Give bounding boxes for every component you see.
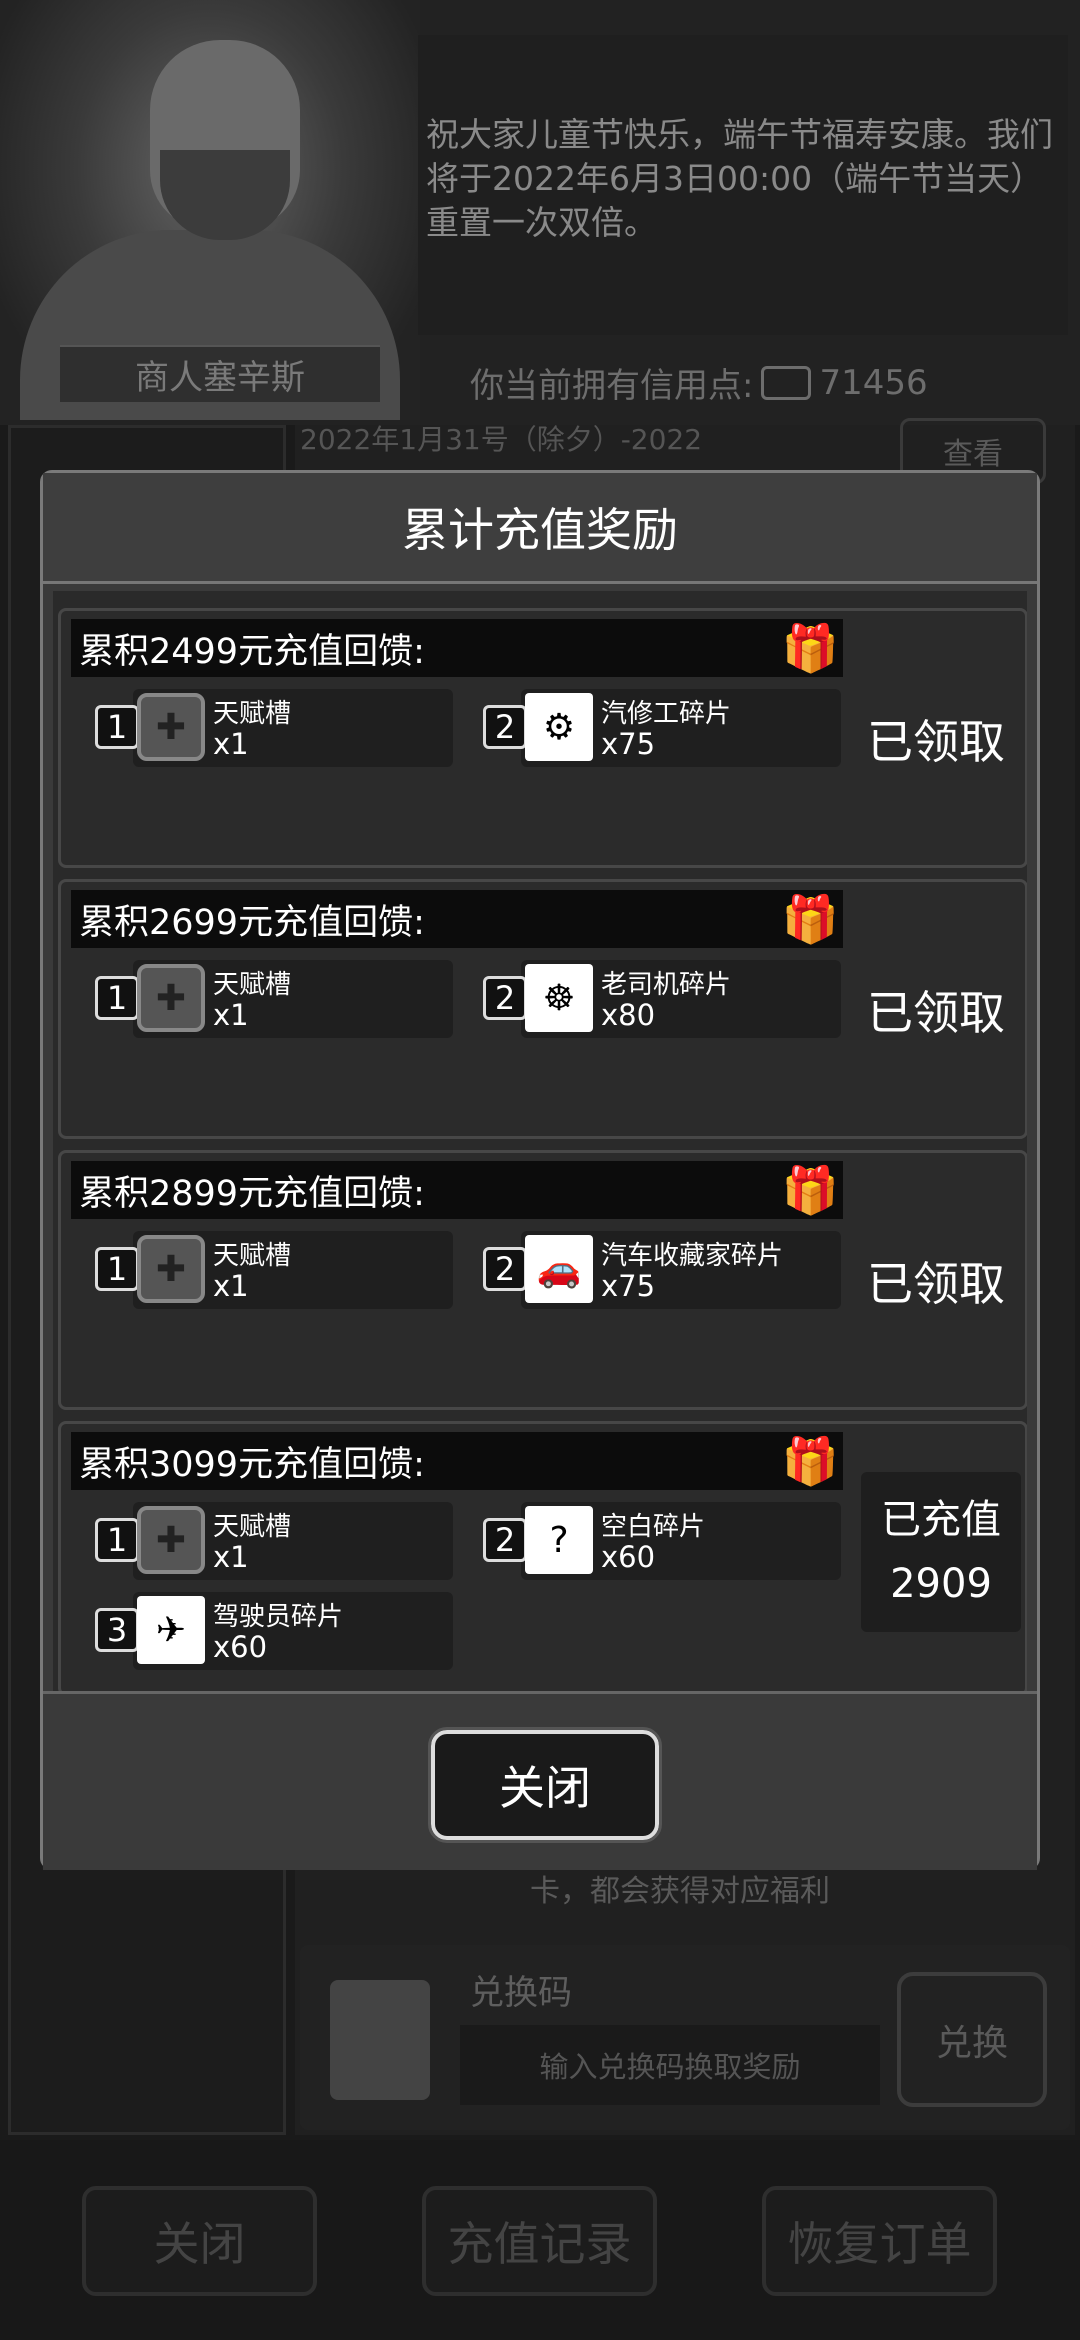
reward-card: 累积2899元充值回馈: 🎁 1 ✚ 天赋槽 x1 2 🚗 汽车收藏家碎片 x7… — [58, 1150, 1027, 1410]
scroll-icon — [330, 1980, 430, 2100]
claimed-status: 已领取 — [867, 986, 1005, 1040]
puzzle-pilot-icon: ✈ — [137, 1596, 205, 1664]
reward-number: 1 — [95, 705, 139, 749]
credits-display: 你当前拥有信用点: 71456 — [470, 358, 928, 407]
talent-slot-icon: ✚ — [137, 693, 205, 761]
reward-number: 2 — [483, 705, 527, 749]
reward-count: x1 — [213, 1540, 249, 1574]
reward-item: 1 ✚ 天赋槽 x1 — [95, 1231, 453, 1309]
reward-count: x75 — [601, 727, 656, 761]
card-header-text: 累积3099元充值回馈: — [79, 1444, 425, 1485]
redeem-title: 兑换码 — [470, 1973, 572, 2013]
notice-text: 祝大家儿童节快乐，端午节福寿安康。我们将于2022年6月3日00:00（端午节当… — [426, 115, 1053, 242]
card-header-text: 累积2899元充值回馈: — [79, 1173, 425, 1214]
reward-list[interactable]: 累积2499元充值回馈: 🎁 1 ✚ 天赋槽 x1 2 ⚙ 汽修工碎片 x75 … — [53, 591, 1027, 1691]
merchant-name: 商人塞辛斯 — [60, 345, 380, 402]
card-header-text: 累积2699元充值回馈: — [79, 902, 425, 943]
reward-item: 2 ☸ 老司机碎片 x80 — [483, 960, 841, 1038]
redeem-button[interactable]: 兑换 — [897, 1972, 1047, 2107]
cumulative-recharge-dialog: 累计充值奖励 累积2499元充值回馈: 🎁 1 ✚ 天赋槽 x1 2 ⚙ 汽修工… — [40, 470, 1040, 1870]
card-header: 累积2899元充值回馈: 🎁 — [71, 1161, 843, 1219]
reward-number: 1 — [95, 1518, 139, 1562]
puzzle-collector-icon: 🚗 — [525, 1235, 593, 1303]
puzzle-mechanic-icon: ⚙ — [525, 693, 593, 761]
claimed-status: 已领取 — [867, 1257, 1005, 1311]
gift-icon[interactable]: 🎁 — [782, 1434, 839, 1488]
reward-number: 2 — [483, 1247, 527, 1291]
credits-label: 你当前拥有信用点: — [470, 366, 754, 406]
restore-order-button[interactable]: 恢复订单 — [762, 2186, 997, 2296]
redeem-code-input[interactable]: 输入兑换码换取奖励 — [460, 2025, 880, 2105]
reward-count: x75 — [601, 1269, 656, 1303]
puzzle-blank-icon: ? — [525, 1506, 593, 1574]
reward-card: 累积2499元充值回馈: 🎁 1 ✚ 天赋槽 x1 2 ⚙ 汽修工碎片 x75 … — [58, 608, 1027, 868]
reward-name: 驾驶员碎片 — [213, 1602, 344, 1632]
merchant-portrait: 商人塞辛斯 — [0, 0, 420, 420]
reward-count: x80 — [601, 998, 656, 1032]
reward-count: x60 — [601, 1540, 656, 1574]
close-button[interactable]: 关闭 — [428, 1727, 662, 1843]
reward-name: 天赋槽 — [213, 970, 292, 1000]
card-header-text: 累积2499元充值回馈: — [79, 631, 425, 672]
talent-slot-icon: ✚ — [137, 1506, 205, 1574]
recharged-status: 已充值 2909 — [861, 1472, 1021, 1632]
reward-item: 2 ⚙ 汽修工碎片 x75 — [483, 689, 841, 767]
reward-number: 1 — [95, 976, 139, 1020]
reward-number: 2 — [483, 976, 527, 1020]
reward-name: 天赋槽 — [213, 699, 292, 729]
card-header: 累积2499元充值回馈: 🎁 — [71, 619, 843, 677]
bottom-close-button[interactable]: 关闭 — [82, 2186, 317, 2296]
event-item-text: 2022年1月31号（除夕）-2022 — [300, 423, 703, 456]
reward-name: 汽修工碎片 — [601, 699, 732, 729]
redeem-section: 兑换码 输入兑换码换取奖励 兑换 — [300, 1945, 1070, 2130]
reward-name: 天赋槽 — [213, 1512, 292, 1542]
card-header: 累积3099元充值回馈: 🎁 — [71, 1432, 843, 1490]
reward-name: 老司机碎片 — [601, 970, 732, 1000]
reward-item: 2 ? 空白碎片 x60 — [483, 1502, 841, 1580]
puzzle-driver-icon: ☸ — [525, 964, 593, 1032]
recharged-amount: 2909 — [890, 1561, 992, 1607]
reward-item: 1 ✚ 天赋槽 x1 — [95, 689, 453, 767]
talent-slot-icon: ✚ — [137, 1235, 205, 1303]
reward-card: 累积3099元充值回馈: 🎁 1 ✚ 天赋槽 x1 2 ? 空白碎片 x60 3… — [58, 1421, 1027, 1691]
reward-count: x1 — [213, 727, 249, 761]
notice-panel: 祝大家儿童节快乐，端午节福寿安康。我们将于2022年6月3日00:00（端午节当… — [418, 35, 1068, 335]
reward-item: 1 ✚ 天赋槽 x1 — [95, 960, 453, 1038]
reward-card: 累积2699元充值回馈: 🎁 1 ✚ 天赋槽 x1 2 ☸ 老司机碎片 x80 … — [58, 879, 1027, 1139]
reward-number: 3 — [95, 1608, 139, 1652]
reward-item: 2 🚗 汽车收藏家碎片 x75 — [483, 1231, 841, 1309]
recharge-history-button[interactable]: 充值记录 — [422, 2186, 657, 2296]
benefit-text: 卡，都会获得对应福利 — [530, 1874, 830, 1909]
reward-number: 1 — [95, 1247, 139, 1291]
reward-name: 空白碎片 — [601, 1512, 706, 1542]
dialog-title: 累计充值奖励 — [43, 473, 1037, 584]
reward-count: x60 — [213, 1630, 268, 1664]
card-header: 累积2699元充值回馈: 🎁 — [71, 890, 843, 948]
reward-count: x1 — [213, 1269, 249, 1303]
reward-count: x1 — [213, 998, 249, 1032]
reward-name: 天赋槽 — [213, 1241, 292, 1271]
gift-icon[interactable]: 🎁 — [782, 621, 839, 675]
recharged-label: 已充值 — [881, 1497, 1001, 1543]
gift-icon[interactable]: 🎁 — [782, 892, 839, 946]
reward-item: 3 ✈ 驾驶员碎片 x60 — [95, 1592, 453, 1670]
reward-number: 2 — [483, 1518, 527, 1562]
talent-slot-icon: ✚ — [137, 964, 205, 1032]
dialog-footer: 关闭 — [43, 1691, 1037, 1870]
claimed-status: 已领取 — [867, 715, 1005, 769]
credit-card-icon — [761, 365, 812, 400]
credits-value: 71456 — [819, 362, 928, 403]
gift-icon[interactable]: 🎁 — [782, 1163, 839, 1217]
portrait-beard — [160, 150, 290, 240]
reward-name: 汽车收藏家碎片 — [601, 1241, 784, 1271]
reward-item: 1 ✚ 天赋槽 x1 — [95, 1502, 453, 1580]
